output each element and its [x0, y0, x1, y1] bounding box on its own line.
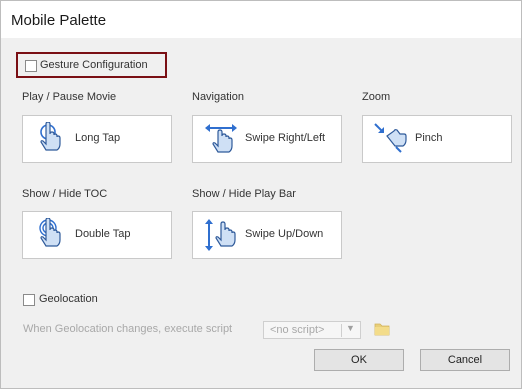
pinch-label: Pinch — [415, 132, 443, 144]
play-pause-label: Play / Pause Movie — [22, 91, 117, 103]
folder-icon[interactable] — [374, 322, 390, 336]
zoom-label: Zoom — [362, 91, 391, 103]
pinch-tile[interactable]: Pinch — [362, 115, 512, 163]
swipe-right-left-tile[interactable]: Swipe Right/Left — [192, 115, 342, 163]
double-tap-label: Double Tap — [75, 228, 131, 240]
cancel-button[interactable]: Cancel — [420, 349, 510, 371]
hand-double-tap-icon — [39, 218, 61, 247]
double-tap-tile[interactable]: Double Tap — [22, 211, 172, 259]
script-select[interactable]: <no script> ▼ — [263, 321, 361, 339]
swipe-right-left-label: Swipe Right/Left — [245, 132, 326, 144]
ok-button[interactable]: OK — [314, 349, 404, 371]
navigation-label: Navigation — [192, 91, 244, 103]
swipe-up-down-tile[interactable]: Swipe Up/Down — [192, 211, 342, 259]
long-tap-label: Long Tap — [75, 132, 121, 144]
swipe-up-down-label: Swipe Up/Down — [245, 228, 324, 240]
hand-swipe-vertical-icon — [205, 219, 236, 251]
dialog-title: Mobile Palette — [11, 12, 107, 29]
long-tap-tile[interactable]: Long Tap — [22, 115, 172, 163]
geolocation-exec-label: When Geolocation changes, execute script — [23, 323, 233, 335]
hand-tap-icon — [40, 122, 61, 151]
mobile-palette-dialog: Mobile Palette Gesture Configuration Pla… — [0, 0, 522, 389]
dialog-content: Gesture Configuration Play / Pause Movie… — [1, 38, 521, 388]
toc-label: Show / Hide TOC — [22, 188, 108, 200]
chevron-down-icon[interactable]: ▼ — [346, 323, 355, 333]
title-bar: Mobile Palette — [1, 1, 521, 38]
playbar-label: Show / Hide Play Bar — [192, 188, 296, 200]
geolocation-checkbox[interactable] — [23, 294, 35, 306]
hand-pinch-icon — [374, 123, 407, 153]
select-divider — [341, 324, 342, 337]
gesture-configuration-label[interactable]: Gesture Configuration — [40, 59, 148, 71]
geolocation-label[interactable]: Geolocation — [39, 293, 98, 305]
gesture-configuration-highlight: Gesture Configuration — [16, 52, 167, 78]
hand-swipe-horizontal-icon — [205, 124, 237, 153]
script-select-value: <no script> — [270, 324, 325, 336]
gesture-configuration-checkbox[interactable] — [25, 60, 37, 72]
